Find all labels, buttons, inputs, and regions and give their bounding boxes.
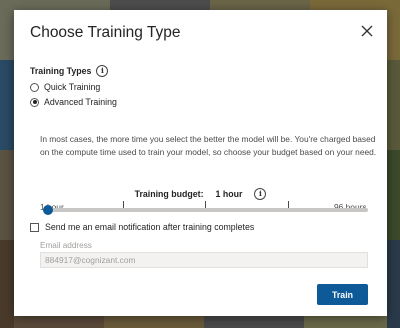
- background-tile: [104, 316, 204, 328]
- slider-thumb[interactable]: [43, 205, 53, 215]
- email-notification-label: Send me an email notification after trai…: [45, 222, 255, 232]
- close-icon: [361, 25, 373, 37]
- dialog-title: Choose Training Type: [30, 24, 181, 41]
- background-tile: [0, 60, 14, 150]
- email-address-input[interactable]: [40, 252, 368, 268]
- radio-label-advanced: Advanced Training: [44, 97, 117, 107]
- background-tile: [0, 150, 14, 240]
- training-budget-slider[interactable]: [43, 205, 368, 215]
- info-icon[interactable]: i: [254, 188, 267, 200]
- radio-quick-training[interactable]: Quick Training: [30, 82, 100, 92]
- background-tile: [204, 316, 304, 328]
- training-budget-header: Training budget: 1 hour i: [14, 188, 387, 200]
- training-description: In most cases, the more time you select …: [40, 134, 377, 157]
- background-tile: [387, 60, 400, 150]
- email-address-label: Email address: [40, 241, 92, 250]
- radio-button-advanced[interactable]: [30, 97, 39, 107]
- radio-button-quick[interactable]: [30, 82, 39, 92]
- radio-label-quick: Quick Training: [44, 82, 101, 92]
- training-types-label: Training Types: [30, 66, 92, 76]
- background-tile: [387, 240, 400, 328]
- info-icon[interactable]: i: [96, 65, 109, 77]
- background-tile: [387, 150, 400, 240]
- radio-advanced-training[interactable]: Advanced Training: [30, 97, 117, 107]
- choose-training-type-dialog: Choose Training Type Training Types i Qu…: [14, 10, 387, 316]
- background-tile: [0, 240, 14, 328]
- training-types-heading: Training Types i: [30, 65, 109, 77]
- training-budget-value: 1 hour: [215, 189, 243, 199]
- train-button[interactable]: Train: [317, 284, 368, 305]
- email-notification-checkbox[interactable]: [30, 222, 39, 232]
- email-notification-option[interactable]: Send me an email notification after trai…: [30, 222, 254, 232]
- background-tile: [304, 316, 387, 328]
- background-tile: [14, 316, 104, 328]
- close-button[interactable]: [360, 24, 376, 40]
- training-budget-label: Training budget:: [134, 189, 204, 199]
